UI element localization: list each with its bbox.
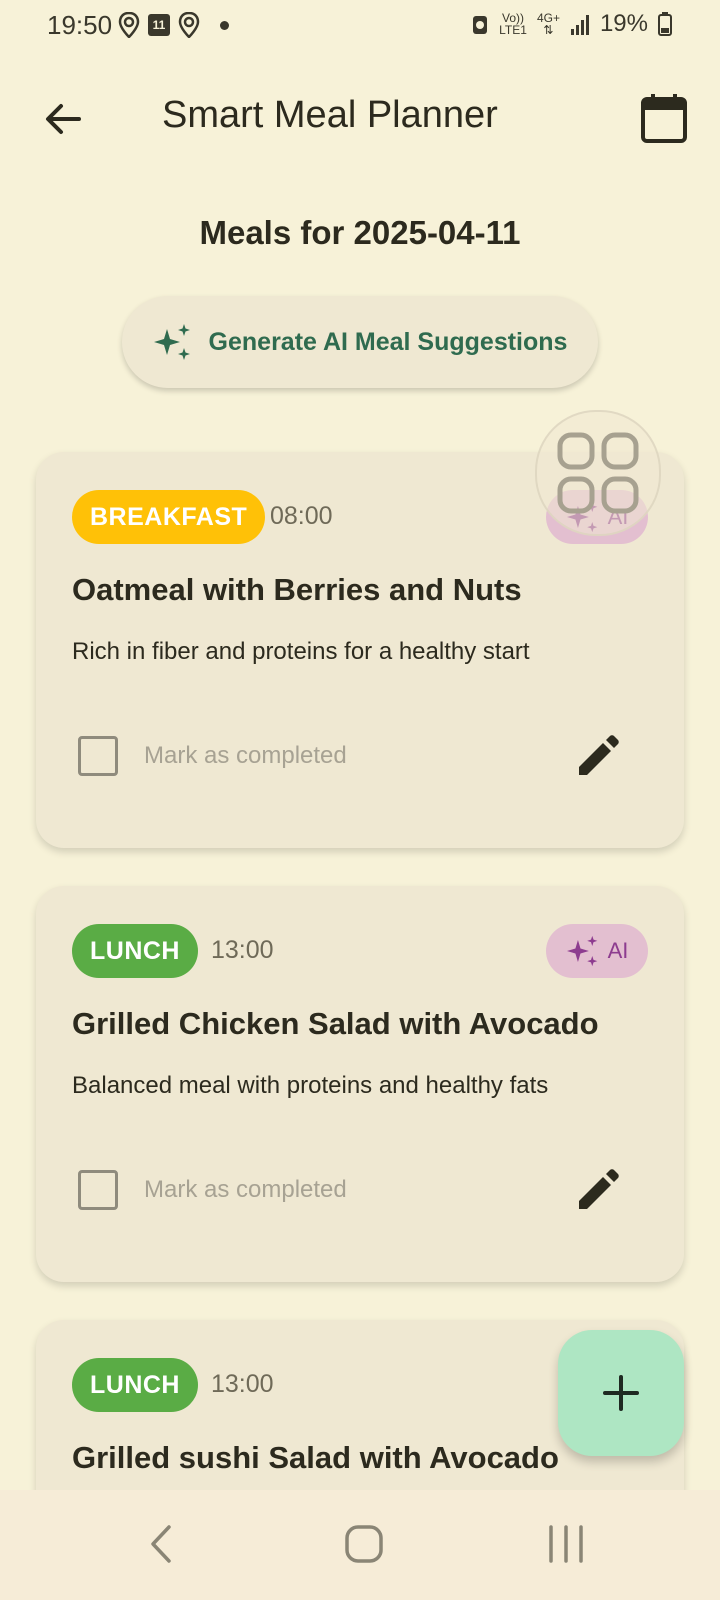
- completed-checkbox[interactable]: [78, 1170, 118, 1210]
- meal-type-badge: BREAKFAST: [72, 490, 266, 544]
- meal-card[interactable]: LUNCH 13:00 AI Grilled Chicken Salad wit…: [36, 886, 684, 1282]
- status-time: 19:50: [47, 10, 113, 40]
- meal-type-label: LUNCH: [90, 936, 180, 965]
- meal-type-badge: LUNCH: [72, 1358, 198, 1412]
- alarm-icon: [473, 16, 488, 34]
- signal-icon: [570, 15, 589, 35]
- generate-ai-suggestions-button[interactable]: Generate AI Meal Suggestions: [122, 296, 598, 388]
- chevron-left-icon: [151, 1525, 171, 1563]
- page-title: Smart Meal Planner: [162, 94, 498, 136]
- network-indicator: 4G+ ⇅: [536, 11, 560, 37]
- nav-home-button[interactable]: [324, 1514, 404, 1574]
- status-notification-icons: 11: [118, 12, 229, 38]
- plus-icon: [603, 1375, 639, 1411]
- dot-icon: [220, 20, 229, 30]
- meal-type-label: LUNCH: [90, 1370, 180, 1399]
- location-icon: [178, 12, 200, 38]
- generate-ai-suggestions-label: Generate AI Meal Suggestions: [208, 327, 568, 356]
- nav-recents-button[interactable]: [526, 1514, 606, 1574]
- meal-time: 13:00: [211, 1370, 274, 1398]
- meal-type-label: BREAKFAST: [90, 502, 248, 531]
- completed-label: Mark as completed: [144, 742, 347, 769]
- status-bar: 19:50 11 Vo)) LTE1 4G+ ⇅ 19%: [0, 0, 720, 54]
- arrow-back-icon: [46, 104, 81, 134]
- calendar-icon: [641, 94, 687, 143]
- meal-title: Grilled Chicken Salad with Avocado: [72, 1006, 599, 1041]
- pencil-icon: [579, 1169, 619, 1209]
- recents-icon: [549, 1525, 583, 1563]
- ai-badge-label: AI: [607, 938, 629, 963]
- meal-description: Balanced meal with proteins and healthy …: [72, 1072, 549, 1099]
- date-heading: Meals for 2025-04-11: [199, 214, 521, 251]
- meal-title: Grilled sushi Salad with Avocado: [72, 1440, 559, 1475]
- nav-back-button[interactable]: [122, 1514, 202, 1574]
- apps-grid-icon: [557, 432, 639, 514]
- edit-button[interactable]: [570, 728, 626, 784]
- ai-badge: AI: [546, 924, 648, 978]
- pencil-icon: [579, 735, 619, 775]
- battery-icon: [658, 12, 672, 36]
- back-button[interactable]: [36, 92, 90, 146]
- calendar-notification-icon: 11: [148, 14, 170, 36]
- meal-time: 08:00: [270, 502, 333, 530]
- status-system-icons: Vo)) LTE1 4G+ ⇅ 19%: [471, 10, 672, 38]
- app-bar: Smart Meal Planner: [0, 74, 720, 158]
- add-meal-button[interactable]: [558, 1330, 684, 1456]
- meal-description: Rich in fiber and proteins for a healthy…: [72, 638, 530, 665]
- completed-checkbox[interactable]: [78, 736, 118, 776]
- location-icon: [118, 12, 140, 38]
- completed-label: Mark as completed: [144, 1176, 347, 1203]
- sparkle-icon: [153, 324, 190, 360]
- meal-time: 13:00: [211, 936, 274, 964]
- meal-title: Oatmeal with Berries and Nuts: [72, 572, 522, 607]
- sparkle-icon: [566, 935, 597, 967]
- floating-assistant-button[interactable]: [535, 410, 661, 536]
- calendar-button[interactable]: [636, 90, 692, 146]
- meal-type-badge: LUNCH: [72, 924, 198, 978]
- edit-button[interactable]: [570, 1162, 626, 1218]
- home-icon: [345, 1525, 383, 1563]
- battery-percent: 19%: [599, 10, 648, 37]
- system-navigation-bar: [0, 1490, 720, 1600]
- calendar-day-label: 11: [152, 18, 166, 32]
- volte-indicator: Vo)) LTE1: [499, 11, 527, 37]
